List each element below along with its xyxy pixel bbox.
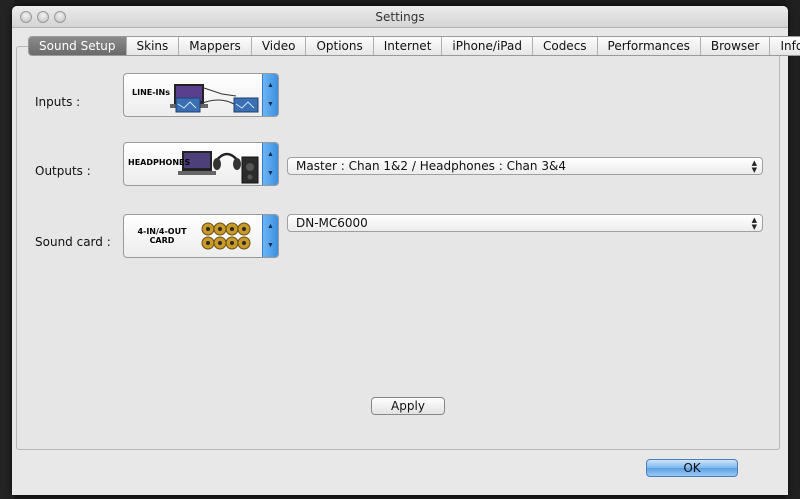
stepper-up-icon[interactable]: ▲ (263, 82, 278, 89)
outputs-stepper[interactable]: ▲ ▼ (262, 143, 278, 185)
stepper-down-icon[interactable]: ▼ (263, 170, 278, 177)
tab-info[interactable]: Info (770, 37, 800, 55)
tab-iphone-ipad[interactable]: iPhone/iPad (442, 37, 533, 55)
inputs-selector-text: LINE-INs (132, 88, 170, 97)
stepper-down-icon[interactable]: ▼ (263, 101, 278, 108)
sound-setup-panel: Inputs : LINE-INs ▲ ▼ Outputs : HEADPHON… (16, 46, 780, 450)
stepper-up-icon[interactable]: ▲ (263, 223, 278, 230)
soundcard-label: Sound card : (35, 235, 111, 249)
tab-sound-setup[interactable]: Sound Setup (29, 37, 127, 55)
settings-tabs: Sound Setup Skins Mappers Video Options … (28, 36, 800, 56)
stepper-up-icon[interactable]: ▲ (263, 151, 278, 158)
popup-arrows-icon: ▲ ▼ (751, 216, 757, 231)
outputs-popup[interactable]: Master : Chan 1&2 / Headphones : Chan 3&… (287, 157, 763, 175)
settings-window: Settings Inputs : LINE-INs ▲▼ Outputs : (12, 6, 800, 495)
title-bar: Settings (12, 6, 788, 28)
ok-button[interactable]: OK (646, 459, 738, 477)
soundcard-selector[interactable]: 4-IN/4-OUT CARD ▲ ▼ (123, 214, 279, 258)
soundcard-popup-value: DN-MC6000 (296, 216, 368, 230)
inputs-selector[interactable]: LINE-INs ▲ ▼ (123, 73, 279, 117)
tab-video[interactable]: Video (252, 37, 307, 55)
tab-options[interactable]: Options (306, 37, 374, 55)
outputs-popup-value: Master : Chan 1&2 / Headphones : Chan 3&… (296, 159, 566, 173)
background-app-right (786, 0, 800, 499)
inputs-stepper[interactable]: ▲ ▼ (262, 74, 278, 116)
tab-browser[interactable]: Browser (701, 37, 771, 55)
outputs-label: Outputs : (35, 164, 91, 178)
tab-mappers[interactable]: Mappers (179, 37, 252, 55)
window-title: Settings (375, 10, 425, 24)
soundcard-stepper[interactable]: ▲ ▼ (262, 215, 278, 257)
tab-codecs[interactable]: Codecs (533, 37, 598, 55)
outputs-selector[interactable]: HEADPHONES ▲ ▼ (123, 142, 279, 186)
tab-performances[interactable]: Performances (598, 37, 701, 55)
popup-arrows-icon: ▲ ▼ (751, 159, 757, 174)
inputs-label: Inputs : (35, 95, 81, 109)
tab-skins[interactable]: Skins (127, 37, 180, 55)
soundcard-popup[interactable]: DN-MC6000 ▲ ▼ (287, 214, 763, 232)
tab-internet[interactable]: Internet (374, 37, 443, 55)
soundcard-selector-text: 4-IN/4-OUT CARD (137, 227, 187, 245)
stepper-down-icon[interactable]: ▼ (263, 242, 278, 249)
apply-button[interactable]: Apply (371, 397, 445, 415)
outputs-selector-text: HEADPHONES (128, 158, 191, 167)
